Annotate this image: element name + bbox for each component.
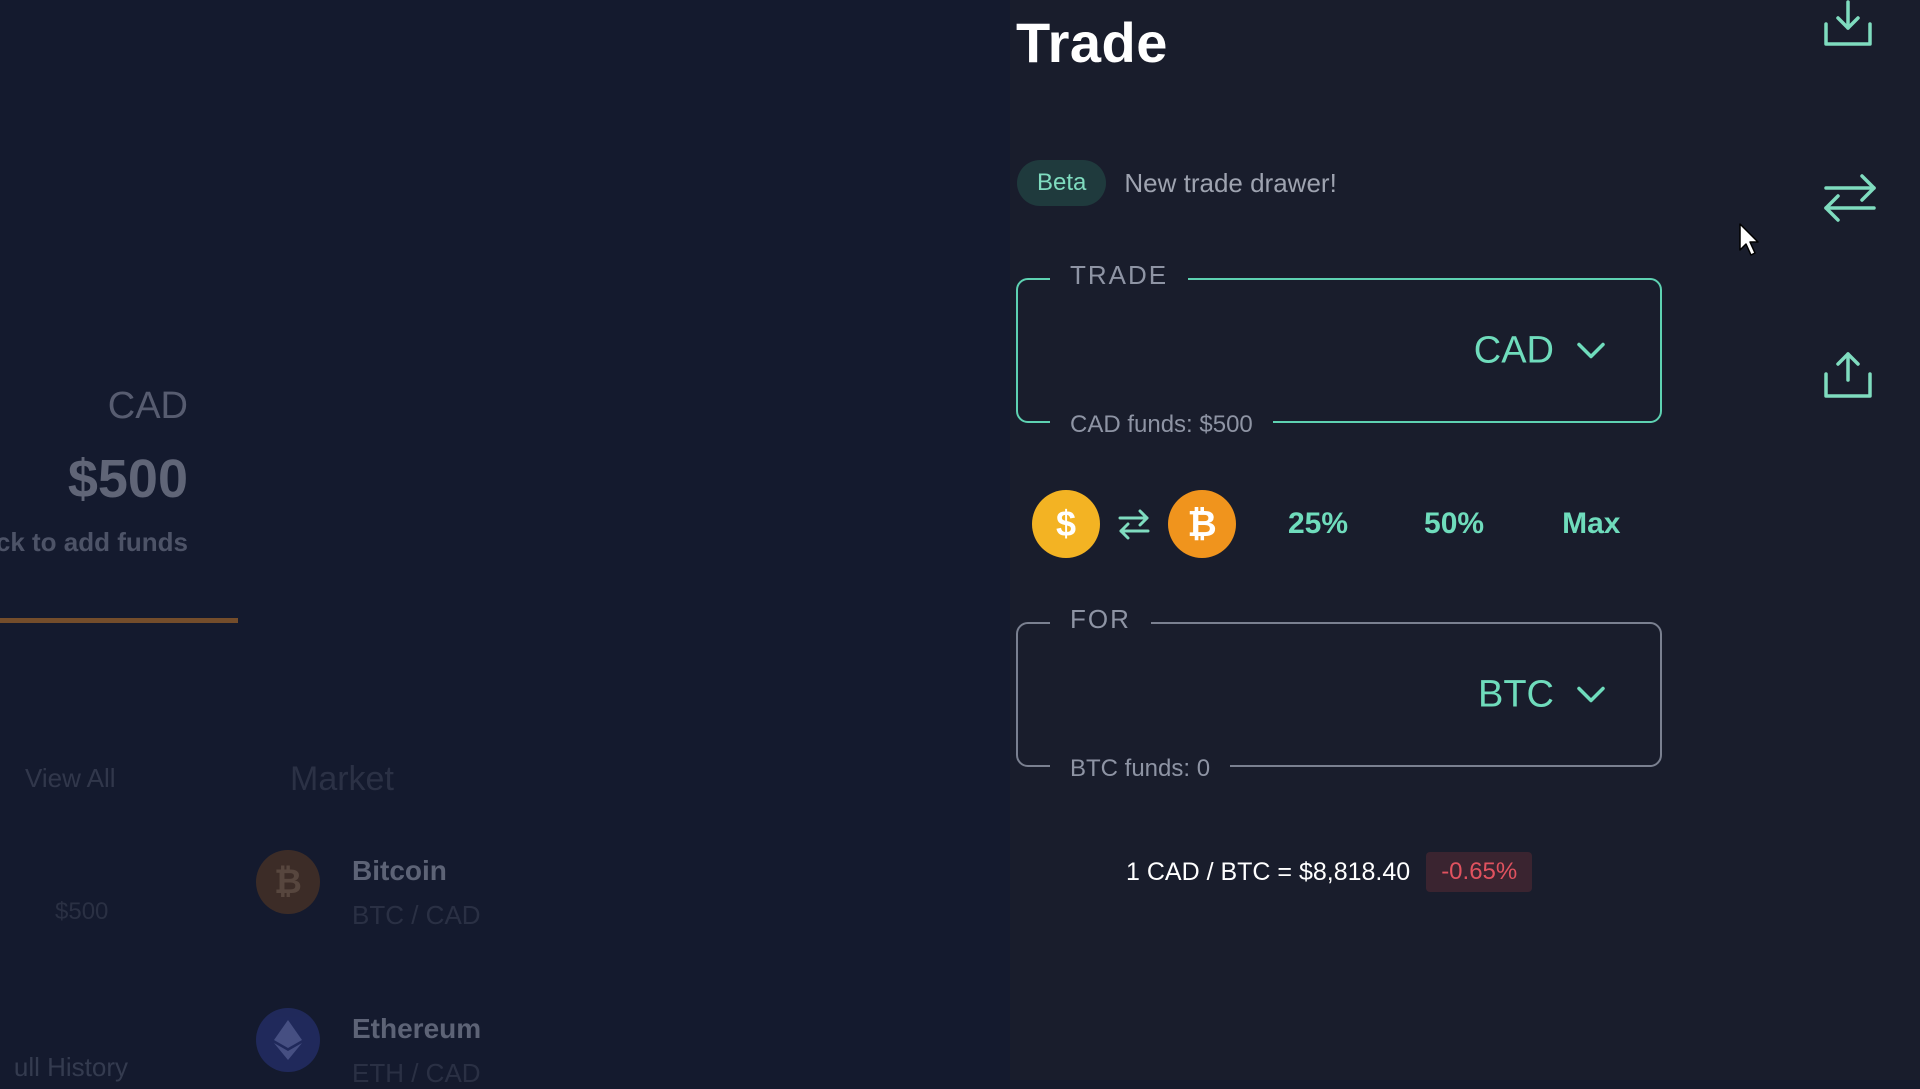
trade-currency-select[interactable]: CAD bbox=[1474, 329, 1606, 372]
balance-currency: CAD bbox=[107, 385, 188, 427]
upload-icon[interactable] bbox=[1820, 350, 1876, 405]
for-amount-field[interactable]: FOR BTC BTC funds: 0 bbox=[1016, 604, 1662, 783]
small-balance: $500 bbox=[55, 898, 109, 925]
balance-progress-bar bbox=[0, 618, 238, 623]
market-coin-pair: BTC / CAD bbox=[352, 900, 481, 930]
exchange-rate: 1 CAD / BTC = $8,818.40 -0.65% bbox=[1126, 852, 1533, 892]
trade-amount-field[interactable]: TRADE CAD CAD funds: $500 bbox=[1016, 260, 1662, 439]
view-all-link[interactable]: View All bbox=[25, 763, 116, 794]
market-heading: Market bbox=[290, 760, 394, 798]
for-currency-value: BTC bbox=[1478, 673, 1554, 715]
for-field-label: FOR bbox=[1050, 604, 1151, 635]
swap-direction-icon[interactable] bbox=[1100, 508, 1168, 540]
full-history-link[interactable]: ull History bbox=[14, 1052, 128, 1083]
download-icon[interactable] bbox=[1820, 0, 1876, 53]
beta-text: New trade drawer! bbox=[1124, 167, 1337, 198]
rate-text: 1 CAD / BTC = $8,818.40 bbox=[1126, 857, 1411, 886]
beta-badge: Beta bbox=[1017, 160, 1107, 206]
chevron-down-icon bbox=[1576, 342, 1606, 360]
percent-max-button[interactable]: Max bbox=[1562, 507, 1620, 541]
market-coin-name[interactable]: Bitcoin bbox=[352, 855, 447, 887]
percent-50-button[interactable]: 50% bbox=[1424, 507, 1484, 541]
rate-change-badge: -0.65% bbox=[1426, 852, 1533, 892]
beta-notice: Beta New trade drawer! bbox=[1017, 160, 1337, 206]
trade-funds-label: CAD funds: $500 bbox=[1050, 411, 1273, 439]
trade-currency-value: CAD bbox=[1473, 329, 1554, 371]
for-funds-label: BTC funds: 0 bbox=[1050, 755, 1231, 783]
market-coin-name[interactable]: Ethereum bbox=[352, 1013, 481, 1045]
swap-icon[interactable] bbox=[1820, 168, 1880, 233]
trade-field-label: TRADE bbox=[1050, 260, 1189, 291]
add-funds-link[interactable]: ck to add funds bbox=[0, 527, 188, 558]
mouse-cursor-icon bbox=[1738, 222, 1762, 263]
bitcoin-coin-icon[interactable]: ₿ bbox=[1168, 490, 1236, 558]
chevron-down-icon bbox=[1576, 686, 1606, 704]
for-currency-select[interactable]: BTC bbox=[1478, 673, 1606, 716]
market-coin-pair: ETH / CAD bbox=[352, 1058, 481, 1088]
drawer-title: Trade bbox=[1016, 11, 1168, 74]
percent-25-button[interactable]: 25% bbox=[1288, 507, 1348, 541]
amount-controls: $ ₿ 25% 50% Max bbox=[1032, 490, 1620, 558]
bitcoin-icon: ₿ bbox=[256, 850, 320, 914]
balance-amount: $500 bbox=[67, 449, 188, 509]
dollar-coin-icon[interactable]: $ bbox=[1032, 490, 1100, 558]
ethereum-icon bbox=[256, 1008, 320, 1072]
